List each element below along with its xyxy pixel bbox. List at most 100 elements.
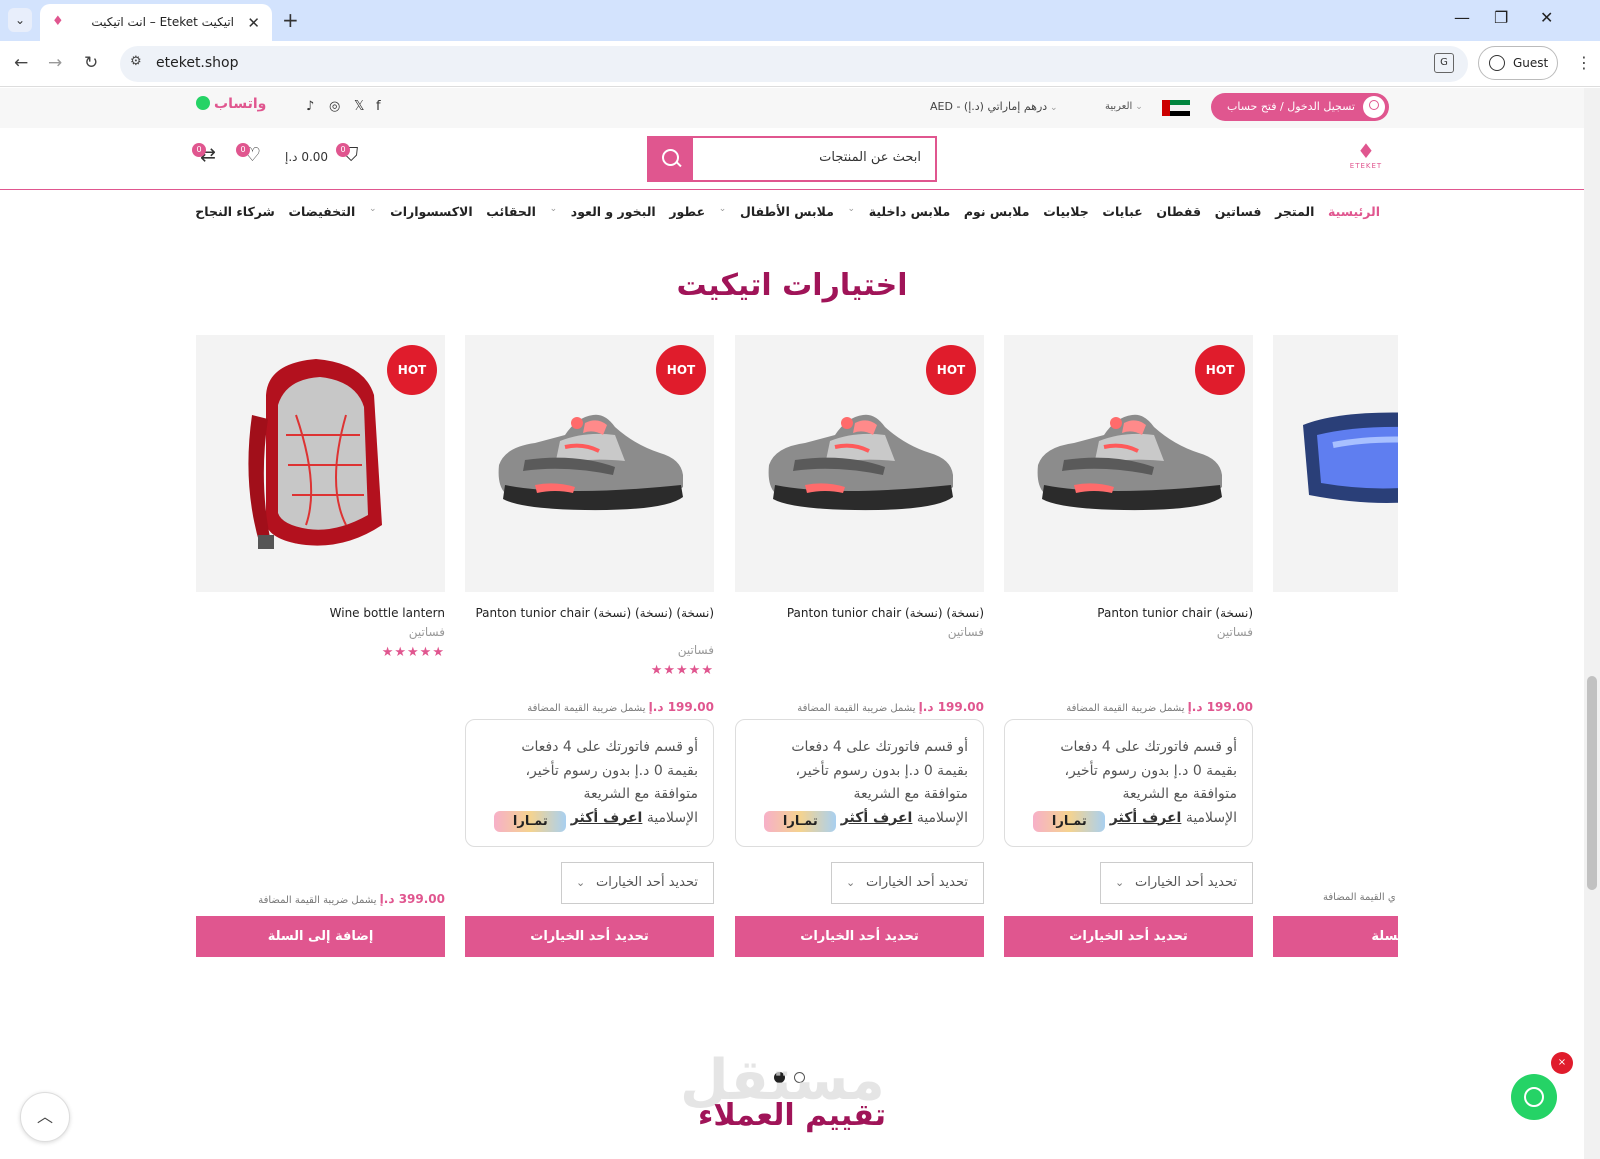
learn-more-link[interactable]: اعرف أكثر [571,810,643,826]
language-label: العربية [1105,101,1133,112]
product-card[interactable]: HOT Panton tunior chair (نسخة) (نسخة) فسات… [735,335,984,961]
login-register-button[interactable]: تسجيل الدخول / فتح حساب [1211,93,1389,121]
add-to-cart-button[interactable]: تحديد أحد الخيارات [1004,916,1253,957]
search-button[interactable] [649,138,693,180]
tamara-line: الإسلامية [646,809,698,826]
site-info-icon[interactable]: ⚙ [130,54,142,69]
login-label: تسجيل الدخول / فتح حساب [1227,100,1355,113]
product-name[interactable]: Wine bottle lantern [196,604,445,623]
scrollbar-thumb[interactable] [1587,676,1597,890]
url-text[interactable]: eteket.shop [156,55,239,71]
product-category[interactable]: فساتين [1217,625,1253,639]
whatsapp-close-icon[interactable]: × [1551,1052,1573,1074]
learn-more-link[interactable]: اعرف أكثر [1110,810,1182,826]
nav-item[interactable]: البخور و العود [571,204,656,228]
product-card[interactable]: ي القيمة المضافة ى السلة [1273,335,1398,961]
site-logo[interactable]: ♦ ETEKET [1345,140,1387,180]
address-bar: ← → ↻ ⚙ eteket.shop G Guest ⋮ [0,41,1600,87]
add-to-cart-button[interactable]: ى السلة [1273,916,1398,957]
product-price: 199.00 د.إ يشمل ضريبة القيمة المضافة [527,700,714,714]
product-category[interactable]: فساتين [409,625,445,639]
product-name[interactable]: Panton tunior chair (نسخة) (نسخة) [735,604,984,623]
translate-icon[interactable]: G [1434,53,1454,73]
product-image[interactable] [1273,335,1398,592]
nav-item[interactable]: جلابيات [1043,204,1089,228]
close-tab-icon[interactable]: ✕ [247,14,260,32]
nav-item[interactable]: الرئيسية [1328,204,1380,228]
minimize-icon[interactable]: — [1454,8,1470,27]
instagram-icon[interactable]: ◎ [329,99,340,114]
page-scrollbar[interactable] [1584,88,1600,1159]
hot-badge: HOT [656,345,706,395]
wishlist-count-badge: 0 [236,143,250,157]
variation-select[interactable]: تحديد أحد الخيارات ⌄ [1100,862,1253,904]
back-icon[interactable]: ← [14,53,28,73]
variation-select[interactable]: تحديد أحد الخيارات ⌄ [561,862,714,904]
reload-icon[interactable]: ↻ [84,53,98,73]
cart-count-badge: 0 [336,143,350,157]
currency-switcher[interactable]: ⌄ درهم إماراتي (د.إ) - AED [930,100,1058,113]
new-tab-button[interactable]: + [282,8,299,32]
site-favicon-icon: ♦ [52,14,64,29]
chevron-down-icon: ⌄ [847,204,856,214]
product-card[interactable]: HOT Panton tunior chair (نسخة) فساتين 199.0… [1004,335,1253,961]
product-price: 199.00 د.إ يشمل ضريبة القيمة المضافة [797,700,984,714]
variation-select[interactable]: تحديد أحد الخيارات ⌄ [831,862,984,904]
add-to-cart-button[interactable]: تحديد أحد الخيارات [465,916,714,957]
product-image[interactable]: HOT [465,335,714,592]
facebook-icon[interactable]: f [376,99,381,114]
url-omnibox[interactable]: ⚙ eteket.shop G [120,46,1468,82]
x-twitter-icon[interactable]: 𝕏 [354,99,364,114]
hot-badge: HOT [1195,345,1245,395]
product-search[interactable]: ابحث عن المنتجات [647,136,937,182]
product-card[interactable]: HOT Panton tunior chair (نسخة) (نسخة) (نس… [465,335,714,961]
nav-item[interactable]: ملابس نوم [964,204,1030,228]
goggles-image [1303,412,1398,503]
nav-item[interactable]: الاكسسوارات [390,204,472,228]
product-category[interactable]: فساتين [678,643,714,657]
cart-total[interactable]: 0.00 د.إ [285,150,328,164]
hot-badge: HOT [387,345,437,395]
product-image[interactable]: HOT [196,335,445,592]
language-switcher[interactable]: ⌄ العربية [1105,101,1143,112]
profile-button[interactable]: Guest [1478,46,1558,80]
profile-label: Guest [1513,56,1549,70]
tamara-installments-box: أو قسم فاتورتك على 4 دفعات بقيمة 0 د.إ بد… [1004,719,1253,847]
product-name[interactable]: Panton tunior chair (نسخة) (نسخة) (نسخة) [465,604,714,623]
search-input[interactable]: ابحث عن المنتجات [819,150,921,165]
tamara-line: بقيمة 0 د.إ بدون رسوم تأخير، [525,762,698,779]
nav-item[interactable]: عبايات [1102,204,1142,228]
add-to-cart-button[interactable]: تحديد أحد الخيارات [735,916,984,957]
add-to-cart-button[interactable]: إضافة إلى السلة [196,916,445,957]
whatsapp-link[interactable]: واتساب [196,96,266,112]
learn-more-link[interactable]: اعرف أكثر [841,810,913,826]
whatsapp-float-button[interactable] [1511,1074,1557,1120]
nav-item[interactable]: الحقائب [486,204,536,228]
browser-menu-icon[interactable]: ⋮ [1576,53,1592,72]
nav-item[interactable]: ملابس داخلية [869,204,950,228]
browser-tab[interactable]: ♦ اتيكيت Eteket – انت اتيكيت ✕ [40,4,272,41]
nav-item[interactable]: عطور [669,204,705,228]
nav-item[interactable]: قفطان [1156,204,1201,228]
forward-icon[interactable]: → [48,53,62,73]
back-to-top-button[interactable]: ︿ [20,1092,70,1142]
tamara-installments-box: أو قسم فاتورتك على 4 دفعات بقيمة 0 د.إ بد… [735,719,984,847]
restore-icon[interactable]: ❐ [1494,8,1508,27]
tiktok-icon[interactable]: ♪ [306,99,314,114]
close-window-icon[interactable]: ✕ [1540,8,1553,27]
nav-item[interactable]: ملابس الأطفال [740,204,834,228]
product-image[interactable]: HOT [1004,335,1253,592]
nav-item[interactable]: فساتين [1215,204,1262,228]
product-card[interactable]: HOT Wine bottle lantern فساتين ★★★★★ 399.00 … [196,335,445,961]
product-name[interactable]: Panton tunior chair (نسخة) [1004,604,1253,623]
select-label: تحديد أحد الخيارات [596,875,698,890]
tab-search-button[interactable]: ⌄ [8,8,32,32]
product-image[interactable]: HOT [735,335,984,592]
nav-item[interactable]: شركاء النجاح [195,204,275,228]
uae-flag-icon[interactable] [1162,100,1190,116]
product-category[interactable]: فساتين [948,625,984,639]
nav-item[interactable]: التخفيضات [289,204,356,228]
nav-item[interactable]: المتجر [1275,204,1314,228]
website-viewport: تسجيل الدخول / فتح حساب ⌄ العربية ⌄ درهم… [0,88,1584,1159]
logo-text: ETEKET [1349,162,1383,170]
